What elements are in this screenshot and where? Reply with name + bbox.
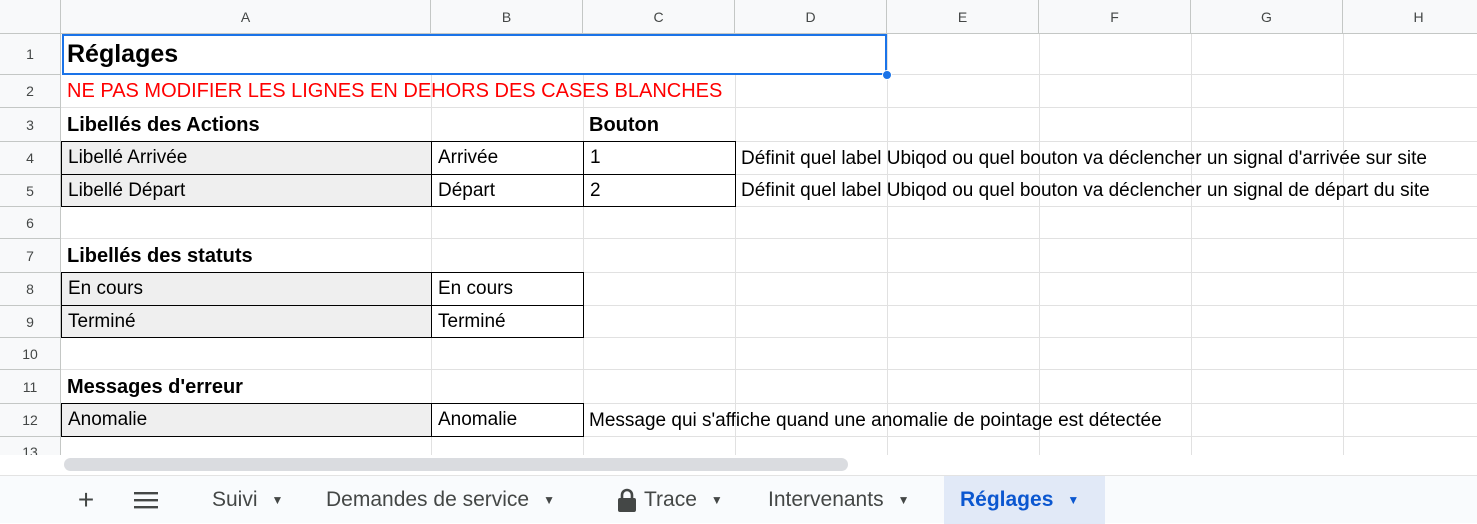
cell-c12[interactable]: Message qui s'affiche quand une anomalie… [583, 404, 1477, 437]
sheet-tab-bar: + Suivi ▼ Demandes de service ▼ Trace ▼ … [0, 475, 1477, 524]
cell-a2[interactable]: NE PAS MODIFIER LES LIGNES EN DEHORS DES… [61, 75, 887, 108]
tab-intervenants[interactable]: Intervenants ▼ [752, 476, 925, 524]
chevron-down-icon[interactable]: ▼ [272, 493, 284, 507]
column-header-b[interactable]: B [431, 0, 583, 34]
cell-c3[interactable]: Bouton [583, 108, 735, 142]
row-header-12[interactable]: 12 [0, 404, 61, 437]
column-header-e[interactable]: E [887, 0, 1039, 34]
cell-d4[interactable]: Définit quel label Ubiqod ou quel bouton… [735, 142, 1477, 175]
cell-a5[interactable]: Libellé Départ [61, 174, 432, 207]
lock-icon [618, 488, 636, 512]
cell-d5[interactable]: Définit quel label Ubiqod ou quel bouton… [735, 175, 1477, 207]
tab-demandes-de-service[interactable]: Demandes de service ▼ [310, 476, 571, 524]
cell-a9[interactable]: Terminé [61, 305, 432, 338]
cell-b4[interactable]: Arrivée [431, 141, 584, 175]
column-header-g[interactable]: G [1191, 0, 1343, 34]
column-header-f[interactable]: F [1039, 0, 1191, 34]
cell-c4[interactable]: 1 [583, 141, 736, 175]
column-header-c[interactable]: C [583, 0, 735, 34]
tab-label: Trace [644, 488, 697, 511]
cell-a4[interactable]: Libellé Arrivée [61, 141, 432, 175]
cell-b8[interactable]: En cours [431, 272, 584, 306]
add-sheet-button[interactable]: + [66, 476, 106, 524]
chevron-down-icon[interactable]: ▼ [898, 493, 910, 507]
cell-a3[interactable]: Libellés des Actions [61, 108, 431, 142]
chevron-down-icon[interactable]: ▼ [543, 493, 555, 507]
chevron-down-icon[interactable]: ▼ [1067, 493, 1079, 507]
tab-trace[interactable]: Trace ▼ [602, 476, 739, 524]
gridline [1039, 34, 1040, 455]
cell-b12[interactable]: Anomalie [431, 403, 584, 437]
row-header-9[interactable]: 9 [0, 306, 61, 338]
row-header-13[interactable]: 13 [0, 437, 61, 455]
cell-b9[interactable]: Terminé [431, 305, 584, 338]
select-all-corner[interactable] [0, 0, 61, 34]
row-header-7[interactable]: 7 [0, 239, 61, 273]
tab-label: Demandes de service [326, 488, 530, 511]
fill-handle[interactable] [882, 70, 892, 80]
cell-a12[interactable]: Anomalie [61, 403, 432, 437]
cell-a8[interactable]: En cours [61, 272, 432, 306]
gridline [1343, 34, 1344, 455]
tab-suivi[interactable]: Suivi ▼ [196, 476, 299, 524]
horizontal-scrollbar-thumb[interactable] [64, 458, 848, 471]
row-header-6[interactable]: 6 [0, 207, 61, 239]
row-header-1[interactable]: 1 [0, 34, 61, 75]
row-header-5[interactable]: 5 [0, 175, 61, 207]
cell-a11[interactable]: Messages d'erreur [61, 370, 431, 404]
column-header-a[interactable]: A [61, 0, 431, 34]
row-header-4[interactable]: 4 [0, 142, 61, 175]
tab-label: Réglages [960, 488, 1054, 511]
all-sheets-menu-button[interactable] [124, 476, 168, 524]
tab-reglages[interactable]: Réglages ▼ [944, 476, 1105, 524]
spreadsheet-grid[interactable]: A B C D E F G H 1 2 3 4 5 6 7 8 9 10 11 … [0, 0, 1477, 455]
cell-c5[interactable]: 2 [583, 174, 736, 207]
cell-b5[interactable]: Départ [431, 174, 584, 207]
row-header-11[interactable]: 11 [0, 370, 61, 404]
gridline [1191, 34, 1192, 455]
row-header-3[interactable]: 3 [0, 108, 61, 142]
gridline [887, 34, 888, 455]
menu-icon [134, 492, 158, 509]
row-header-8[interactable]: 8 [0, 273, 61, 306]
tab-label: Intervenants [768, 488, 884, 511]
row-header-2[interactable]: 2 [0, 75, 61, 108]
tab-label: Suivi [212, 488, 258, 511]
chevron-down-icon[interactable]: ▼ [711, 493, 723, 507]
column-header-d[interactable]: D [735, 0, 887, 34]
cell-a7[interactable]: Libellés des statuts [61, 239, 431, 273]
cell-a1[interactable]: Réglages [61, 34, 887, 75]
column-header-h[interactable]: H [1343, 0, 1477, 34]
row-header-10[interactable]: 10 [0, 338, 61, 370]
